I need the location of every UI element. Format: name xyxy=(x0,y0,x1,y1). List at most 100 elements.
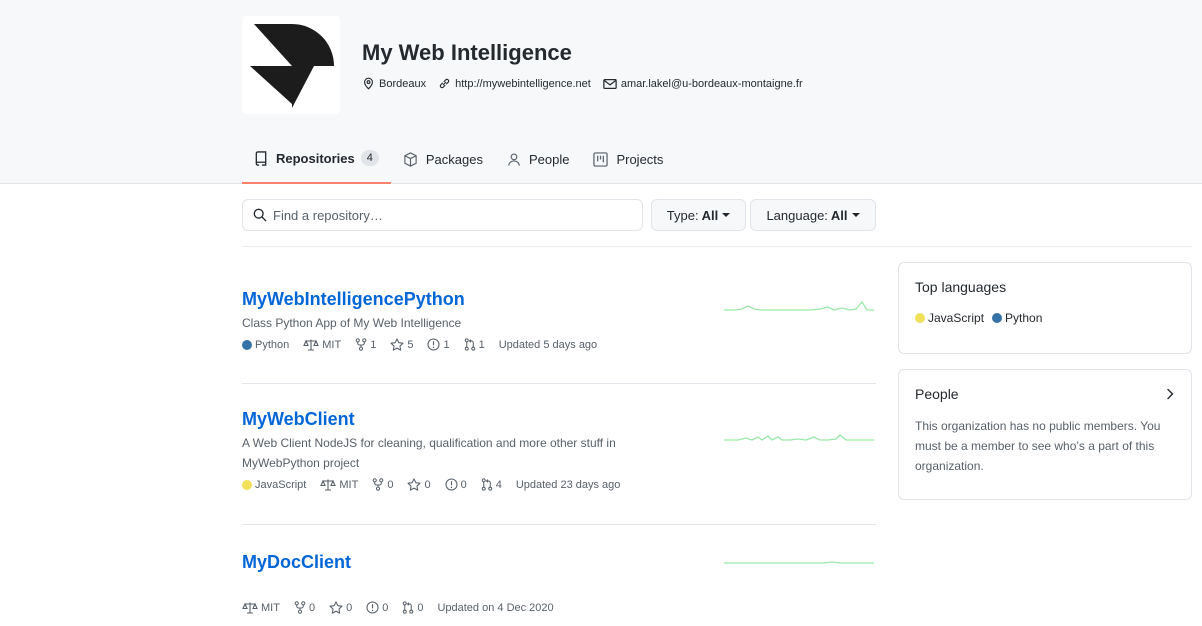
repo-language: Python xyxy=(242,339,289,351)
language-dot-icon xyxy=(915,313,925,323)
language-filter-value: All xyxy=(830,207,848,223)
org-name: My Web Intelligence xyxy=(362,40,572,65)
issue-icon xyxy=(445,478,458,491)
issue-icon xyxy=(366,601,379,614)
repo-meta: JavaScript MIT 0 0 0 4 Updated 23 days a… xyxy=(242,478,876,491)
repo-license[interactable]: MIT xyxy=(242,602,280,614)
pull-request-icon xyxy=(403,601,414,614)
search-icon xyxy=(253,208,267,222)
section-divider xyxy=(242,246,1192,247)
tab-packages-label: Packages xyxy=(425,151,483,167)
language-item-javascript[interactable]: JavaScript xyxy=(915,311,984,325)
repo-description: A Web Client NodeJS for cleaning, qualif… xyxy=(242,436,616,470)
repo-prs-count: 0 xyxy=(417,601,424,614)
language-filter-button[interactable]: Language: All xyxy=(750,199,876,231)
repo-stars-count: 0 xyxy=(346,601,353,614)
repo-issues[interactable]: 1 xyxy=(427,338,450,351)
pull-request-icon xyxy=(481,478,492,491)
repo-forks[interactable]: 0 xyxy=(372,478,393,491)
people-header[interactable]: People xyxy=(915,386,1175,402)
type-filter-button[interactable]: Type: All xyxy=(651,199,746,231)
tab-projects-label: Projects xyxy=(616,151,664,167)
mail-icon xyxy=(603,78,617,89)
repo-issues-count: 0 xyxy=(382,601,389,614)
repo-meta: Python MIT 1 5 1 1 Updated 5 days ago xyxy=(242,338,876,351)
package-icon xyxy=(404,151,417,167)
language-dot-icon xyxy=(242,339,252,350)
people-title: People xyxy=(915,386,959,402)
repo-license-label: MIT xyxy=(322,338,342,351)
fork-icon xyxy=(372,478,384,491)
chevron-right-icon[interactable] xyxy=(1165,388,1175,400)
tab-repositories-label: Repositories xyxy=(276,150,355,166)
org-avatar[interactable] xyxy=(242,16,340,114)
repo-prs-count: 4 xyxy=(495,478,502,491)
repo-forks-count: 0 xyxy=(308,601,316,614)
fork-icon xyxy=(355,338,367,351)
repo-forks-count: 0 xyxy=(387,478,394,491)
repo-prs-count: 1 xyxy=(478,338,485,351)
location-icon xyxy=(364,77,373,90)
activity-sparkline xyxy=(724,300,874,311)
repo-stars-count: 5 xyxy=(407,338,414,351)
search-input[interactable] xyxy=(273,207,633,223)
language-filter-label: Language: xyxy=(766,207,828,223)
repo-name-link[interactable]: MyWebClient xyxy=(242,409,876,430)
org-meta: Bordeaux http://mywebintelligence.net am… xyxy=(362,77,815,90)
star-icon xyxy=(329,601,343,614)
activity-sparkline xyxy=(724,561,874,564)
org-website[interactable]: http://mywebintelligence.net xyxy=(438,77,591,90)
pull-request-icon xyxy=(464,338,475,351)
person-icon xyxy=(508,153,520,166)
repo-prs[interactable]: 4 xyxy=(481,478,502,491)
type-filter-label: Type: xyxy=(666,207,699,223)
repo-issues[interactable]: 0 xyxy=(445,478,467,491)
repo-forks[interactable]: 1 xyxy=(355,338,376,351)
top-languages-list: JavaScript Python xyxy=(915,311,1175,325)
star-icon xyxy=(390,338,404,351)
tab-projects[interactable]: Projects xyxy=(581,140,675,178)
repo-stars[interactable]: 0 xyxy=(407,478,431,491)
repo-stars-count: 0 xyxy=(424,478,431,491)
repo-description xyxy=(242,576,682,596)
people-empty-message: This organization has no public members.… xyxy=(915,419,1161,473)
caret-down-icon xyxy=(851,213,860,217)
law-icon xyxy=(303,339,320,351)
caret-down-icon xyxy=(722,213,731,217)
issue-icon xyxy=(427,338,441,351)
repo-issues-count: 0 xyxy=(460,478,467,491)
repo-license[interactable]: MIT xyxy=(303,339,341,351)
tab-people[interactable]: People xyxy=(495,140,581,178)
repo-description: Class Python App of My Web Intelligence xyxy=(242,316,462,330)
repo-forks-count: 1 xyxy=(370,338,377,351)
repo-updated: Updated 5 days ago xyxy=(498,338,598,351)
org-email[interactable]: amar.lakel@u-bordeaux-montaigne.fr xyxy=(603,78,803,90)
repo-stars[interactable]: 5 xyxy=(390,338,413,351)
repo-search[interactable] xyxy=(242,199,643,231)
repo-language: JavaScript xyxy=(242,479,306,491)
org-location: Bordeaux xyxy=(362,77,426,90)
repo-issues[interactable]: 0 xyxy=(366,601,388,614)
org-logo-icon xyxy=(250,24,334,108)
repo-forks[interactable]: 0 xyxy=(294,601,315,614)
org-website-link[interactable]: http://mywebintelligence.net xyxy=(455,78,591,90)
tab-packages[interactable]: Packages xyxy=(391,140,495,178)
star-icon xyxy=(407,478,421,491)
repo-language-label: Python xyxy=(255,338,290,351)
repo-license[interactable]: MIT xyxy=(320,479,358,491)
repo-updated: Updated on 4 Dec 2020 xyxy=(437,601,554,614)
repo-prs[interactable]: 1 xyxy=(464,338,485,351)
repo-issues-count: 1 xyxy=(443,338,450,351)
law-icon xyxy=(320,479,337,491)
fork-icon xyxy=(294,601,306,614)
top-languages-title: Top languages xyxy=(915,279,1007,295)
org-tabs: Repositories 4 Packages People Projects xyxy=(242,140,675,184)
repo-prs[interactable]: 0 xyxy=(402,601,423,614)
language-item-python[interactable]: Python xyxy=(992,311,1042,325)
org-email-link[interactable]: amar.lakel@u-bordeaux-montaigne.fr xyxy=(621,78,803,90)
tab-repositories[interactable]: Repositories 4 xyxy=(242,140,391,184)
link-icon xyxy=(439,78,450,89)
repo-stars[interactable]: 0 xyxy=(329,601,352,614)
type-filter-value: All xyxy=(701,207,719,223)
repo-updated: Updated 23 days ago xyxy=(515,478,621,491)
